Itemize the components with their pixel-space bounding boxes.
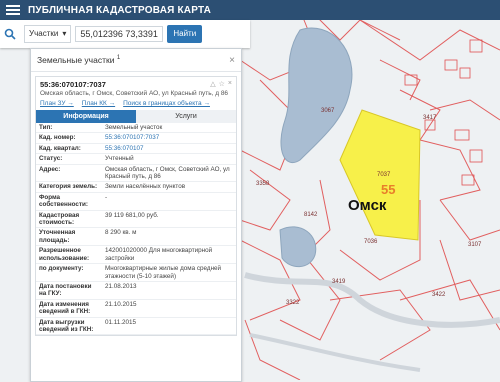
parcel-address: Омская область, г Омск, Советский АО, ул… xyxy=(40,90,229,97)
warning-icon[interactable]: △ xyxy=(210,80,215,88)
table-row: Уточненная площадь: 8 290 кв. м xyxy=(36,227,236,247)
field-label: Кад. квартал: xyxy=(36,143,102,155)
field-label: Уточненная площадь: xyxy=(36,227,102,247)
field-value: - xyxy=(102,192,236,211)
field-label: Форма собственности: xyxy=(36,192,102,211)
field-label: Разрешенное использование: xyxy=(36,245,102,265)
table-row: Разрешенное использование: 142001020000 Д… xyxy=(36,245,236,265)
tab-services[interactable]: Услуги xyxy=(136,110,236,123)
chevron-down-icon: ▾ xyxy=(62,29,67,38)
app-title: ПУБЛИЧНАЯ КАДАСТРОВАЯ КАРТА xyxy=(28,4,212,16)
star-icon[interactable]: ☆ xyxy=(219,80,225,88)
parcel-info-table: Тип: Земельный участок Кад. номер: 55:36:07… xyxy=(36,123,236,336)
card-icons: △ ☆ × xyxy=(210,80,232,88)
plan-zu-link[interactable]: План ЗУ → xyxy=(40,100,74,107)
table-row: Дата выгрузки сведений из ГКН: 01.11.2015 xyxy=(36,317,236,336)
find-button[interactable]: Найти xyxy=(167,25,203,43)
table-row: Дата постановки на ГКУ: 21.08.2013 xyxy=(36,281,236,300)
map-lot-label: 7037 xyxy=(377,172,391,178)
map-lot-label: 3322 xyxy=(286,300,300,306)
field-value: Земли населённых пунктов xyxy=(102,181,236,193)
search-input[interactable] xyxy=(75,26,164,42)
field-label: Категория земель: xyxy=(36,181,102,193)
header-bar: ПУБЛИЧНАЯ КАДАСТРОВАЯ КАРТА xyxy=(0,0,500,20)
region-number: 55 xyxy=(381,182,396,197)
map-lot-label: 8142 xyxy=(304,212,318,218)
map-lot-label: 3107 xyxy=(468,242,482,248)
map-lot-label: 3422 xyxy=(432,292,446,298)
table-row: Тип: Земельный участок xyxy=(36,123,236,134)
field-value[interactable]: 55:36:070107 xyxy=(102,143,236,155)
field-label: Кад. номер: xyxy=(36,132,102,144)
parcel-links: План ЗУ → План КК → Поиск в границах объ… xyxy=(40,100,232,107)
table-row: Кад. квартал: 55:36:070107 xyxy=(36,143,236,155)
field-value: 01.11.2015 xyxy=(102,317,236,336)
plan-kk-link[interactable]: План КК → xyxy=(82,100,115,107)
panel-header: Земельные участки 1 × xyxy=(31,49,241,72)
field-value: 142001020000 Для многоквартирной застрой… xyxy=(102,245,236,265)
city-label: Омск xyxy=(348,197,387,214)
parcel-card-header: △ ☆ × 55:36:070107:7037 Омская область, … xyxy=(36,77,236,110)
field-label: Дата выгрузки сведений из ГКН: xyxy=(36,317,102,336)
close-icon[interactable]: × xyxy=(228,80,232,88)
field-value: Омская область, г Омск, Советский АО, ул… xyxy=(102,164,236,183)
field-value: 8 290 кв. м xyxy=(102,227,236,247)
parcel-card: △ ☆ × 55:36:070107:7037 Омская область, … xyxy=(35,76,237,337)
results-panel: Земельные участки 1 × △ ☆ × 55:36:070107… xyxy=(30,48,242,382)
close-icon[interactable]: × xyxy=(229,55,235,66)
parcel-tabs: Информация Услуги xyxy=(36,110,236,123)
field-value: Земельный участок xyxy=(102,123,236,134)
field-label: Дата постановки на ГКУ: xyxy=(36,281,102,300)
field-label: Дата изменения сведений в ГКН: xyxy=(36,299,102,318)
parcel-number: 55:36:070107:7037 xyxy=(40,80,106,89)
table-row: по документу: Многоквартирные жилые дома … xyxy=(36,263,236,282)
field-value: Многоквартирные жилые дома средней этажн… xyxy=(102,263,236,282)
search-type-dropdown[interactable]: Участки ▾ xyxy=(24,25,72,43)
table-row: Форма собственности: - xyxy=(36,192,236,211)
table-row: Категория земель: Земли населённых пункто… xyxy=(36,181,236,193)
search-icon[interactable] xyxy=(0,20,20,48)
search-bar: Участки ▾ Найти xyxy=(0,20,250,48)
field-value[interactable]: 55:36:070107:7037 xyxy=(102,132,236,144)
field-label: Статус: xyxy=(36,153,102,165)
table-row: Кад. номер: 55:36:070107:7037 xyxy=(36,132,236,144)
table-row: Кадастровая стоимость: 39 119 681,00 руб. xyxy=(36,210,236,229)
field-value: 39 119 681,00 руб. xyxy=(102,210,236,229)
tab-information[interactable]: Информация xyxy=(36,110,136,123)
map-lot-label: 3358 xyxy=(256,181,270,187)
field-value: 21.10.2015 xyxy=(102,299,236,318)
field-value: 21.08.2013 xyxy=(102,281,236,300)
search-in-bounds-link[interactable]: Поиск в границах объекта → xyxy=(123,100,210,107)
map-lot-label: 3067 xyxy=(321,108,335,114)
map-lot-label: 3419 xyxy=(332,279,346,285)
table-row: Дата изменения сведений в ГКН: 21.10.2015 xyxy=(36,299,236,318)
table-row: Адрес: Омская область, г Омск, Советский … xyxy=(36,164,236,183)
search-type-label: Участки xyxy=(29,29,59,38)
result-count: 1 xyxy=(116,55,121,62)
table-row: Статус: Учтенный xyxy=(36,153,236,165)
menu-icon[interactable] xyxy=(6,3,20,17)
map-lot-label: 3417 xyxy=(423,115,437,121)
field-label: Тип: xyxy=(36,123,102,134)
field-label: по документу: xyxy=(36,263,102,282)
panel-title-text: Земельные участки xyxy=(37,55,115,65)
field-label: Кадастровая стоимость: xyxy=(36,210,102,229)
panel-title: Земельные участки 1 xyxy=(37,55,120,65)
field-label: Адрес: xyxy=(36,164,102,183)
field-value: Учтенный xyxy=(102,153,236,165)
map-lot-label: 7036 xyxy=(364,239,378,245)
